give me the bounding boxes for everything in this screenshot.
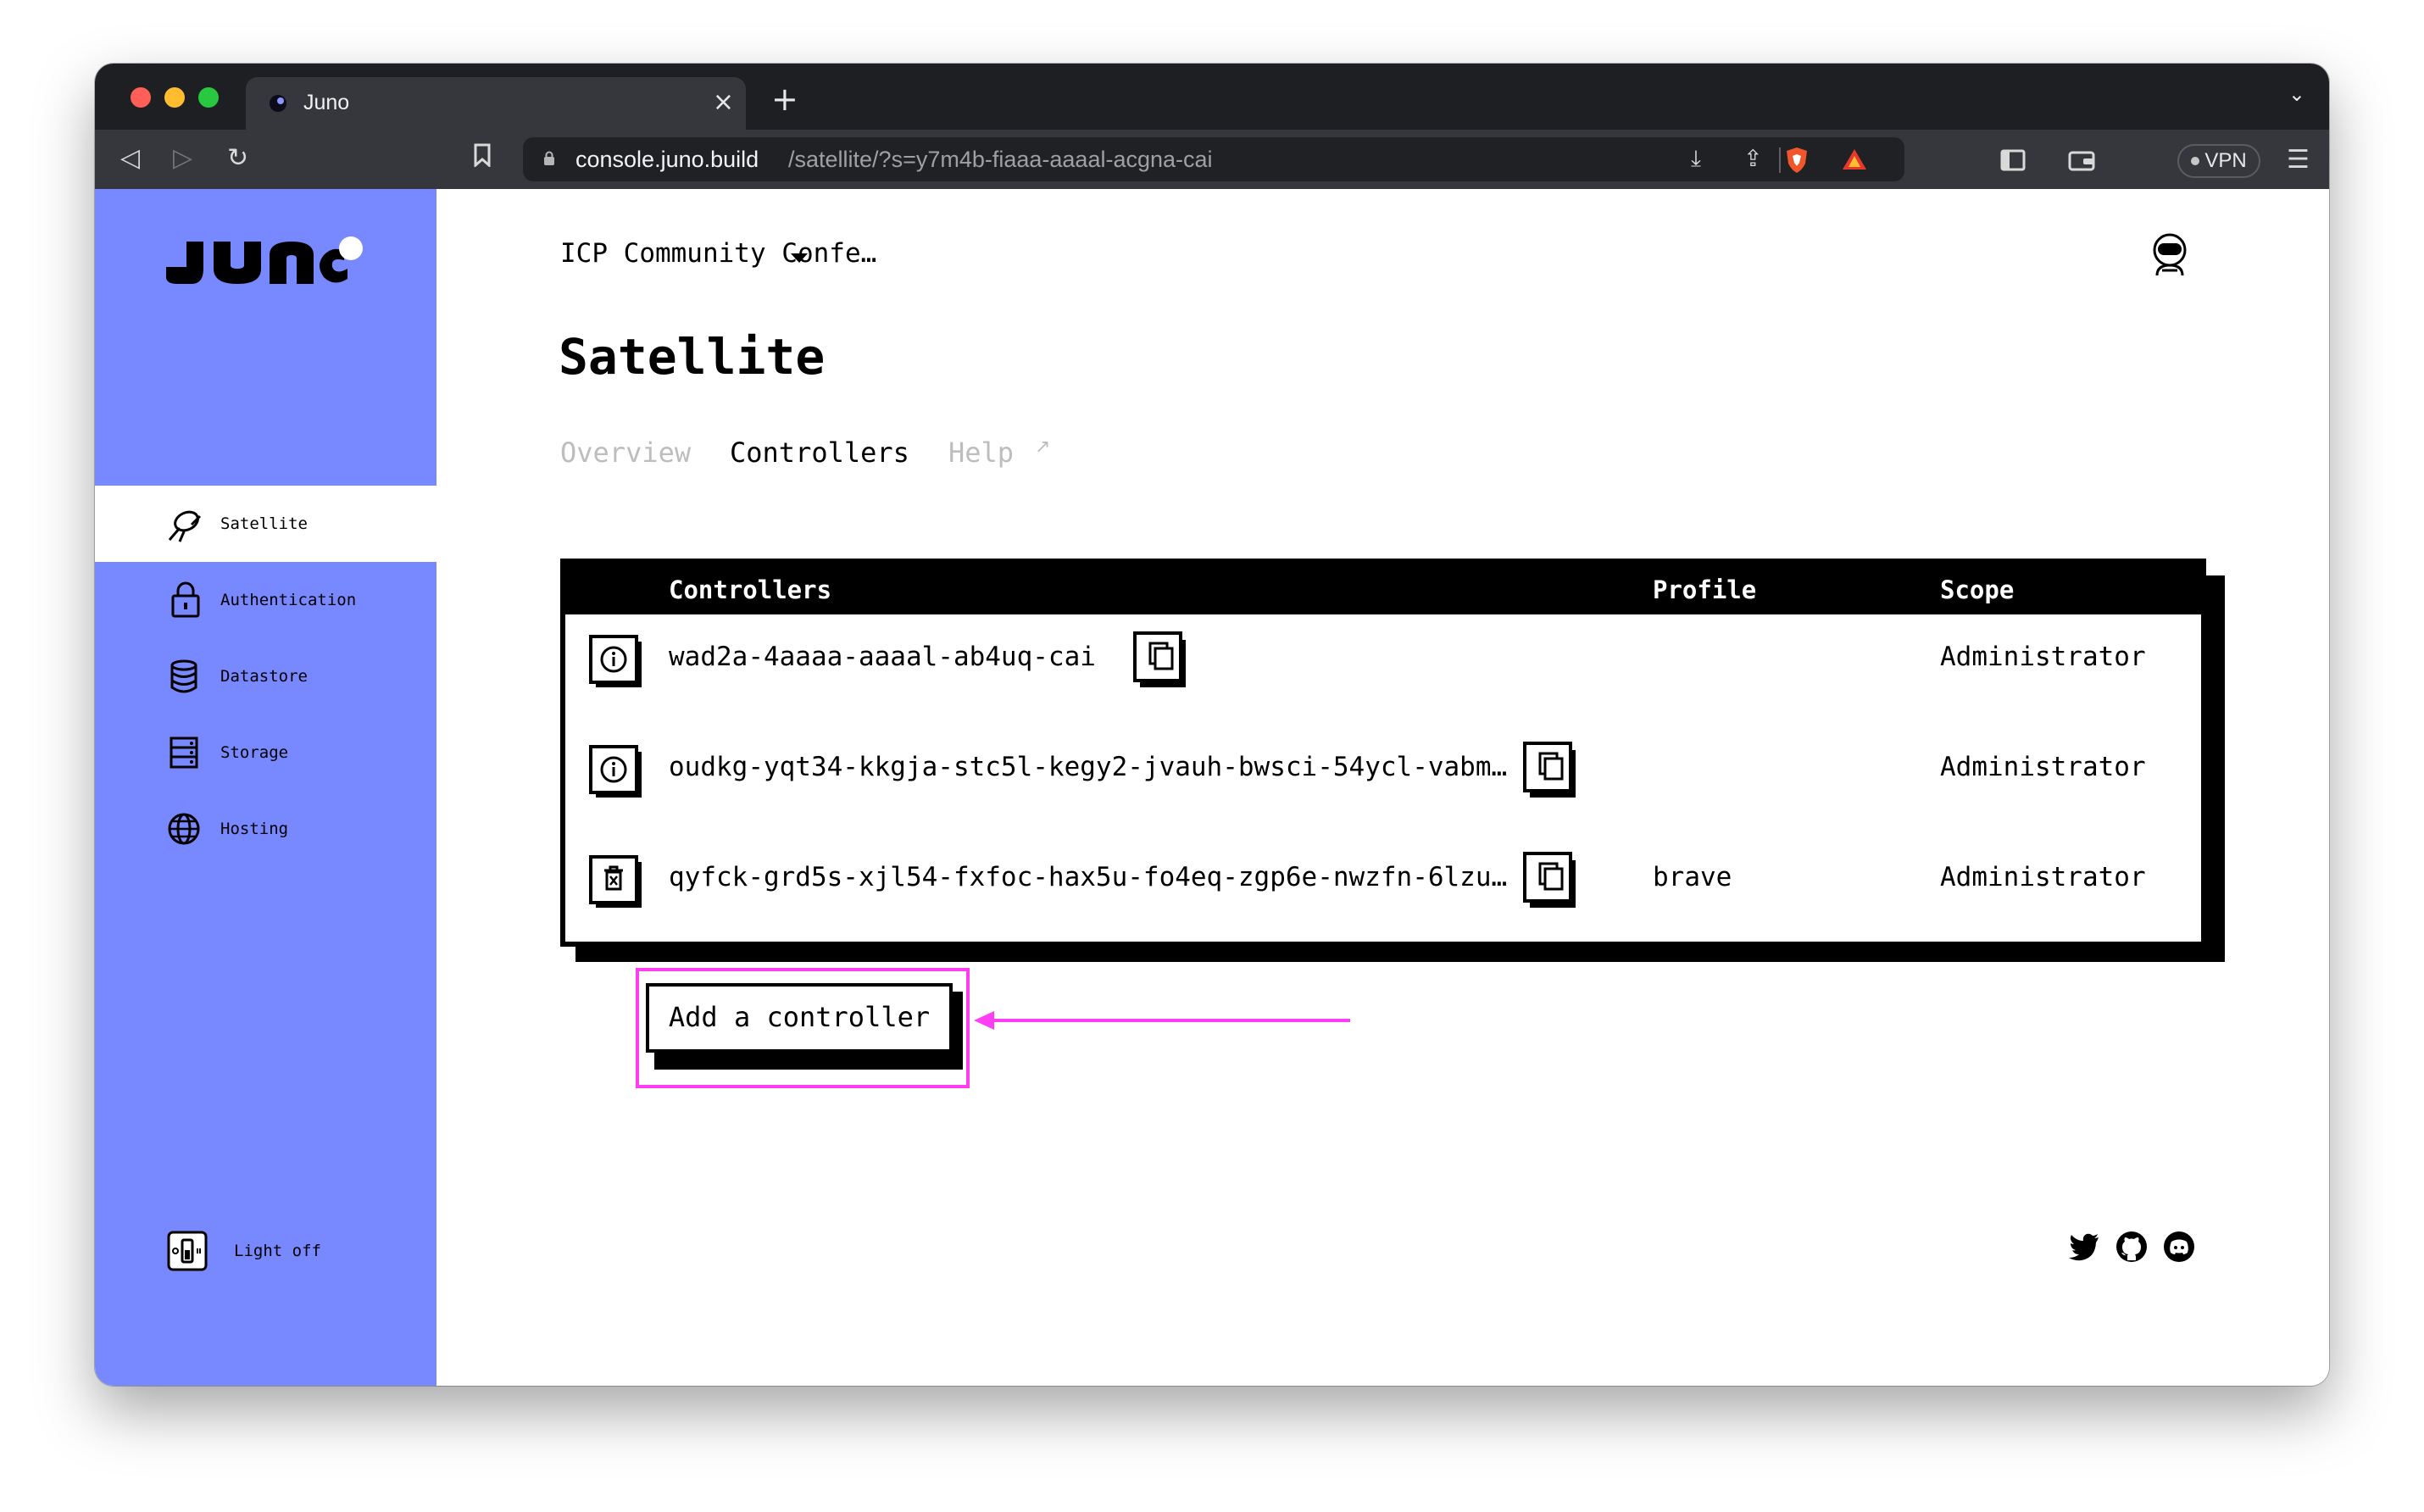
main-content: ICP Community Confe… Satellite Overview … (436, 189, 2329, 1386)
delete-icon[interactable] (589, 855, 643, 909)
juno-favicon-icon (270, 95, 286, 112)
reload-icon[interactable]: ↻ (227, 143, 248, 173)
twitter-icon[interactable] (2067, 1230, 2101, 1264)
sidebar-item-hosting[interactable]: Hosting (95, 791, 436, 867)
sidebar-item-authentication[interactable]: Authentication (95, 562, 436, 638)
lock-icon (171, 581, 200, 618)
external-link-icon: ↗ (1035, 436, 1051, 458)
lock-icon (544, 151, 554, 165)
table-header: Controllers Profile Scope (565, 564, 2201, 614)
juno-logo[interactable] (166, 235, 363, 286)
column-header-controllers: Controllers (669, 575, 832, 604)
sidebar-item-label: Datastore (220, 667, 308, 686)
info-icon[interactable] (589, 745, 643, 799)
browser-tab[interactable]: Juno × (246, 77, 746, 130)
browser-tab-bar: Juno × + ⌄ (95, 64, 2329, 130)
controller-scope: Administrator (1940, 752, 2146, 782)
sidebar: Satellite Authentication Datastore Stora… (95, 189, 436, 1386)
wallet-icon[interactable] (2068, 148, 2095, 178)
brave-shield-icon[interactable] (1784, 147, 1810, 174)
bookmark-icon[interactable] (473, 143, 492, 174)
sidebar-item-label: Hosting (220, 820, 289, 838)
copy-icon[interactable] (1523, 742, 1577, 799)
astronaut-avatar-icon[interactable] (2150, 233, 2189, 277)
share-icon[interactable]: ⇪ (1743, 146, 1763, 172)
tab-close-icon[interactable]: × (713, 87, 734, 117)
new-tab-button[interactable]: + (771, 81, 798, 118)
vpn-label: VPN (2204, 149, 2247, 172)
tab-controllers[interactable]: Controllers (730, 436, 909, 469)
maximize-window-button[interactable] (198, 87, 219, 108)
controller-profile: brave (1653, 862, 1732, 892)
globe-icon (168, 813, 200, 845)
browser-toolbar: ◁ ▷ ↻ console.juno.build /satellite/?s=y… (95, 130, 2329, 189)
sidebar-item-datastore[interactable]: Datastore (95, 638, 436, 714)
annotation-arrow (974, 1011, 1350, 1030)
copy-icon[interactable] (1523, 852, 1577, 909)
page-title: Satellite (559, 328, 826, 386)
database-icon (170, 659, 197, 693)
sidebar-item-label: Authentication (220, 591, 357, 609)
url-path: /satellite/?s=y7m4b-fiaaa-aaaal-acgna-ca… (788, 147, 1213, 172)
storage-icon (170, 737, 198, 769)
menu-icon[interactable]: ☰ (2287, 145, 2310, 175)
copy-icon[interactable] (1133, 631, 1187, 689)
controller-id: qyfck-grd5s-xjl54-fxfoc-hax5u-fo4eq-zgp6… (669, 862, 1508, 892)
info-icon[interactable] (589, 635, 643, 689)
satellite-icon (168, 510, 202, 542)
light-switch-icon (167, 1231, 208, 1271)
controller-id: wad2a-4aaaa-aaaal-ab4uq-cai (669, 642, 1096, 672)
back-icon[interactable]: ◁ (120, 143, 140, 173)
tab-help[interactable]: Help (948, 436, 1014, 469)
minimize-window-button[interactable] (164, 87, 185, 108)
tab-list-chevron-icon[interactable]: ⌄ (2288, 82, 2305, 106)
divider (1779, 147, 1781, 173)
brave-rewards-icon[interactable] (1841, 147, 1868, 171)
install-app-icon[interactable]: ⤓ (1691, 146, 1701, 173)
column-header-scope: Scope (1940, 575, 2015, 604)
browser-window: Juno × + ⌄ ◁ ▷ ↻ console.juno.build /sat… (95, 64, 2329, 1386)
juno-console-page: Satellite Authentication Datastore Stora… (95, 189, 2329, 1386)
url-host: console.juno.build (575, 147, 759, 172)
sidebar-item-satellite[interactable]: Satellite (95, 486, 436, 562)
table-row: oudkg-yqt34-kkgja-stc5l-kegy2-jvauh-bwsc… (565, 725, 2201, 809)
sidebar-item-storage[interactable]: Storage (95, 714, 436, 791)
forward-icon[interactable]: ▷ (173, 143, 192, 173)
controller-id: oudkg-yqt34-kkgja-stc5l-kegy2-jvauh-bwsc… (669, 752, 1508, 782)
sidebar-item-label: Satellite (220, 514, 308, 533)
controller-scope: Administrator (1940, 862, 2146, 892)
sidebar-toggle-icon[interactable] (2000, 148, 2026, 178)
sidebar-item-label: Storage (220, 743, 289, 762)
column-header-profile: Profile (1653, 575, 1757, 604)
tab-overview[interactable]: Overview (560, 436, 691, 469)
table-row: qyfck-grd5s-xjl54-fxfoc-hax5u-fo4eq-zgp6… (565, 835, 2201, 920)
close-window-button[interactable] (131, 87, 151, 108)
address-bar[interactable]: console.juno.build /satellite/?s=y7m4b-f… (523, 137, 1904, 181)
chevron-down-icon[interactable] (791, 253, 808, 263)
table-row: wad2a-4aaaa-aaaal-ab4uq-cai Administrato… (565, 614, 2201, 699)
satellite-switcher[interactable]: ICP Community Confe… (560, 238, 876, 269)
add-controller-button[interactable]: Add a controller (646, 983, 953, 1053)
tab-title: Juno (303, 91, 350, 114)
vpn-button[interactable]: VPN (2177, 144, 2260, 178)
controller-scope: Administrator (1940, 642, 2146, 672)
github-icon[interactable] (2115, 1230, 2149, 1264)
discord-icon[interactable] (2162, 1230, 2196, 1264)
controllers-table: Controllers Profile Scope wad2a-4aaaa-aa… (560, 559, 2206, 947)
theme-toggle-label: Light off (234, 1242, 321, 1260)
